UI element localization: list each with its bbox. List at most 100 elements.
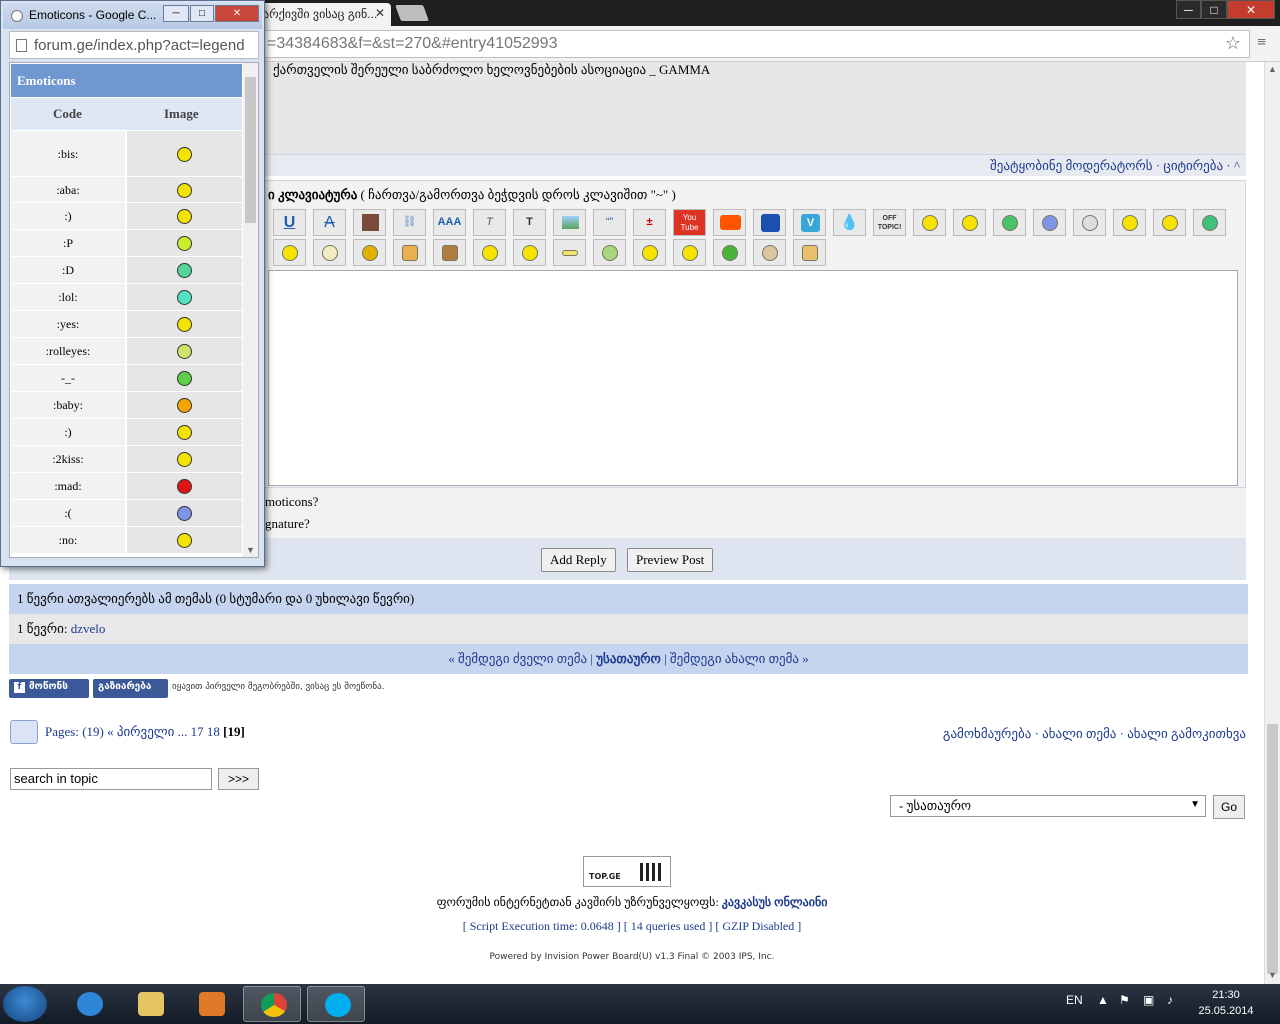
- page-scrollbar[interactable]: ▲ ▼: [1264, 62, 1280, 984]
- scroll-down-icon[interactable]: ▼: [1268, 970, 1277, 980]
- smiley-button[interactable]: [993, 209, 1026, 236]
- tab-forum[interactable]: არქივში ვისაც გინ... ✕: [255, 3, 391, 26]
- forum-jump-go-button[interactable]: Go: [1213, 795, 1245, 819]
- taskbar-chrome[interactable]: [243, 986, 301, 1022]
- offtopic-button[interactable]: OFF TOPIC!: [873, 209, 906, 236]
- pages-icon[interactable]: [10, 720, 38, 744]
- smiley-icon[interactable]: [177, 147, 192, 162]
- enable-signature-option[interactable]: gnature?: [265, 516, 310, 532]
- smiley-icon[interactable]: [177, 425, 192, 440]
- taskbar-skype[interactable]: [307, 986, 365, 1022]
- smiley-button[interactable]: [633, 239, 666, 266]
- taskbar-ie[interactable]: [60, 986, 118, 1022]
- ring-button[interactable]: [553, 239, 586, 266]
- popup-address-bar[interactable]: forum.ge/index.php?act=legend: [9, 31, 259, 59]
- provider-link[interactable]: კავკასუს ონლაინი: [722, 895, 828, 909]
- clock[interactable]: 21:30 25.05.2014: [1196, 987, 1256, 1019]
- smiley-button[interactable]: [353, 239, 386, 266]
- topic-search-button[interactable]: >>>: [218, 768, 259, 790]
- minimize-button[interactable]: ─: [1176, 0, 1201, 19]
- link-button[interactable]: ⛓: [393, 209, 426, 236]
- font-size-button[interactable]: AAA: [433, 209, 466, 236]
- address-bar[interactable]: =34384683&f=&st=270&#entry41052993 ☆: [260, 30, 1250, 58]
- smiley-icon[interactable]: [177, 398, 192, 413]
- network-icon[interactable]: ▣: [1143, 993, 1154, 1007]
- fb-share-button[interactable]: გაზიარება: [93, 679, 168, 698]
- youtube-button[interactable]: You Tube: [673, 209, 706, 236]
- smiley-icon[interactable]: [177, 317, 192, 332]
- fb-like-button[interactable]: f მოწონს: [9, 679, 89, 698]
- image-avatar-button[interactable]: [353, 209, 386, 236]
- keyboard-label-bold[interactable]: ი კლავიატურა: [268, 187, 357, 202]
- member-link[interactable]: dzvelo: [71, 621, 106, 636]
- smiley-button[interactable]: [713, 239, 746, 266]
- tray-expand-icon[interactable]: ▲: [1097, 993, 1109, 1007]
- smiley-button[interactable]: [313, 239, 346, 266]
- color-button[interactable]: T: [513, 209, 546, 236]
- pagination-links[interactable]: Pages: (19) « პირველი ... 17 18: [45, 724, 220, 739]
- thumbs-down-button[interactable]: [433, 239, 466, 266]
- volume-icon[interactable]: ♪: [1167, 993, 1173, 1007]
- forum-index-link[interactable]: უსათაურო: [596, 651, 661, 666]
- add-reply-button[interactable]: Add Reply: [541, 548, 616, 572]
- taskbar-media[interactable]: [182, 986, 240, 1022]
- language-indicator[interactable]: EN: [1066, 993, 1083, 1007]
- preview-post-button[interactable]: Preview Post: [627, 548, 714, 572]
- topic-action-links[interactable]: გამოხმაურება · ახალი თემა · ახალი გამოკი…: [943, 726, 1246, 742]
- smiley-button[interactable]: [1113, 209, 1146, 236]
- smiley-button[interactable]: [593, 239, 626, 266]
- drop-button[interactable]: 💧: [833, 209, 866, 236]
- popup-close-button[interactable]: ✕: [215, 5, 259, 22]
- popup-scroll-thumb[interactable]: [245, 77, 256, 223]
- smiley-icon[interactable]: [177, 506, 192, 521]
- smiley-button[interactable]: [1193, 209, 1226, 236]
- enable-emoticons-option[interactable]: moticons?: [265, 494, 318, 510]
- smiley-button[interactable]: [1153, 209, 1186, 236]
- forum-jump-select[interactable]: - უსათაურო ▼: [890, 795, 1206, 817]
- smiley-icon[interactable]: [177, 290, 192, 305]
- smiley-button[interactable]: [473, 239, 506, 266]
- formula-button[interactable]: ±: [633, 209, 666, 236]
- popup-minimize-button[interactable]: ─: [163, 5, 189, 22]
- scroll-thumb[interactable]: [1267, 724, 1278, 974]
- smiley-icon[interactable]: [177, 263, 192, 278]
- heart-smiley-button[interactable]: [513, 239, 546, 266]
- new-tab-button[interactable]: [395, 5, 429, 21]
- maximize-button[interactable]: □: [1201, 0, 1227, 19]
- smiley-button[interactable]: [913, 209, 946, 236]
- underline-button[interactable]: U: [273, 209, 306, 236]
- quote-button[interactable]: “”: [593, 209, 626, 236]
- next-topic-link[interactable]: შემდეგი ახალი თემა »: [670, 651, 809, 666]
- smiley-icon[interactable]: [177, 479, 192, 494]
- close-button[interactable]: ✕: [1227, 0, 1275, 19]
- reply-textarea[interactable]: [268, 270, 1238, 486]
- smiley-icon[interactable]: [177, 371, 192, 386]
- popup-maximize-button[interactable]: □: [190, 5, 214, 22]
- image-button[interactable]: [553, 209, 586, 236]
- smiley-button[interactable]: [1073, 209, 1106, 236]
- smiley-button[interactable]: [1033, 209, 1066, 236]
- smiley-button[interactable]: [273, 239, 306, 266]
- smiley-icon[interactable]: [177, 344, 192, 359]
- soundcloud-button[interactable]: [713, 209, 746, 236]
- embed-button[interactable]: [753, 209, 786, 236]
- vimeo-button[interactable]: V: [793, 209, 826, 236]
- bookmark-star-icon[interactable]: ☆: [1225, 33, 1241, 54]
- chrome-menu-icon[interactable]: ≡: [1257, 34, 1266, 52]
- tab-close-icon[interactable]: ✕: [375, 6, 385, 20]
- prev-topic-link[interactable]: « შემდეგი ძველი თემა: [448, 651, 587, 666]
- smiley-icon[interactable]: [177, 209, 192, 224]
- start-button[interactable]: [3, 986, 47, 1022]
- post-actions-links[interactable]: შეატყობინე მოდერატორს · ციტირება · ^: [990, 158, 1240, 173]
- font-button[interactable]: T: [473, 209, 506, 236]
- smiley-icon[interactable]: [177, 533, 192, 548]
- topic-search-input[interactable]: search in topic: [10, 768, 212, 790]
- popup-scrollbar[interactable]: ▼: [243, 63, 258, 557]
- smiley-button[interactable]: [753, 239, 786, 266]
- scroll-up-icon[interactable]: ▲: [1268, 64, 1277, 74]
- eyes-button[interactable]: [673, 239, 706, 266]
- flag-icon[interactable]: ⚑: [1119, 993, 1130, 1007]
- smiley-icon[interactable]: [177, 452, 192, 467]
- popup-scroll-down-icon[interactable]: ▼: [246, 545, 255, 555]
- topge-counter-badge[interactable]: TOP.GE: [583, 856, 671, 887]
